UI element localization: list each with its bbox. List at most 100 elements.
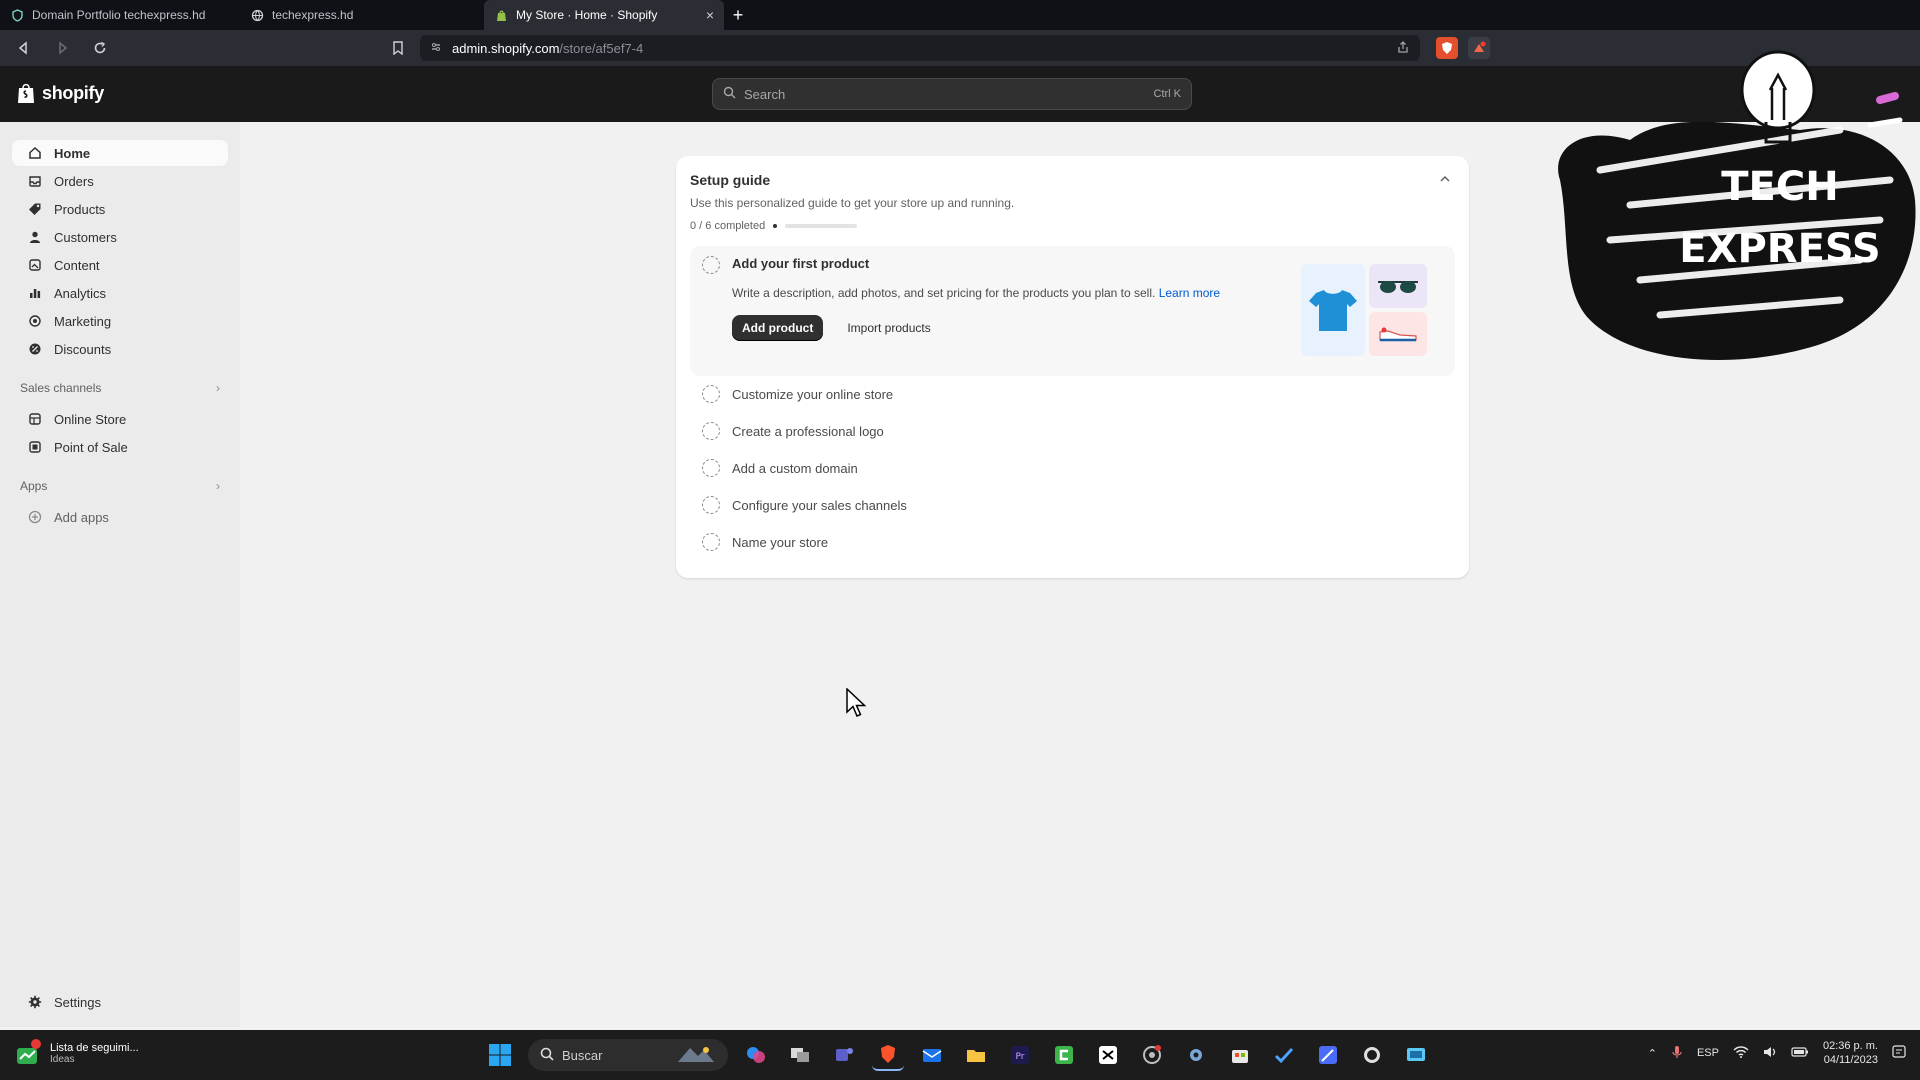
stock-icon bbox=[14, 1038, 42, 1069]
search-icon bbox=[540, 1047, 554, 1064]
wifi-icon[interactable] bbox=[1733, 1045, 1749, 1061]
task-label: Add a custom domain bbox=[732, 461, 858, 476]
browser-tab-shopify[interactable]: My Store · Home · Shopify × bbox=[484, 0, 724, 30]
learn-more-link[interactable]: Learn more bbox=[1159, 286, 1220, 300]
microphone-icon[interactable] bbox=[1671, 1045, 1683, 1062]
copilot-icon[interactable] bbox=[740, 1039, 772, 1071]
chevron-up-icon[interactable]: ⌃ bbox=[1648, 1047, 1657, 1060]
tab-label: techexpress.hd bbox=[272, 8, 354, 22]
mail-icon[interactable] bbox=[916, 1039, 948, 1071]
task-description-text: Write a description, add photos, and set… bbox=[732, 286, 1156, 300]
sidebar-item-products[interactable]: Products bbox=[12, 196, 228, 222]
reload-icon[interactable] bbox=[86, 34, 114, 62]
task-create-logo[interactable]: Create a professional logo bbox=[690, 413, 1455, 450]
discount-icon bbox=[28, 342, 42, 356]
sidebar-item-home[interactable]: Home bbox=[12, 140, 228, 166]
camtasia-icon[interactable] bbox=[1048, 1039, 1080, 1071]
bookmark-icon[interactable] bbox=[384, 34, 412, 62]
task-checkbox[interactable] bbox=[702, 496, 720, 514]
back-icon[interactable] bbox=[10, 34, 38, 62]
store-app-icon[interactable] bbox=[1224, 1039, 1256, 1071]
chrome-icon[interactable] bbox=[1136, 1039, 1168, 1071]
clock[interactable]: 02:36 p. m. 04/11/2023 bbox=[1823, 1039, 1878, 1067]
person-icon bbox=[28, 230, 42, 244]
share-icon[interactable] bbox=[1396, 40, 1410, 57]
setup-guide-card: Setup guide Use this personalized guide … bbox=[676, 156, 1469, 578]
sidebar-item-online-store[interactable]: Online Store bbox=[12, 406, 228, 432]
sidebar-item-settings[interactable]: Settings bbox=[12, 989, 228, 1015]
task-checkbox[interactable] bbox=[702, 533, 720, 551]
task-add-custom-domain[interactable]: Add a custom domain bbox=[690, 450, 1455, 487]
screen-app-icon[interactable] bbox=[1400, 1039, 1432, 1071]
site-info-icon[interactable] bbox=[430, 41, 442, 56]
sales-channels-section[interactable]: Sales channels › bbox=[12, 376, 228, 400]
sidebar-item-point-of-sale[interactable]: Point of Sale bbox=[12, 434, 228, 460]
plus-circle-icon bbox=[28, 510, 42, 524]
task-checkbox[interactable] bbox=[702, 422, 720, 440]
task-configure-sales-channels[interactable]: Configure your sales channels bbox=[690, 487, 1455, 524]
windows-start-icon[interactable] bbox=[484, 1039, 516, 1071]
premiere-icon[interactable]: Pr bbox=[1004, 1039, 1036, 1071]
task-checkbox[interactable] bbox=[702, 385, 720, 403]
search-input[interactable]: Search Ctrl K bbox=[712, 78, 1192, 110]
chart-icon bbox=[28, 286, 42, 300]
task-name-store[interactable]: Name your store bbox=[690, 524, 1455, 561]
close-icon[interactable]: × bbox=[706, 7, 714, 23]
sidebar-item-orders[interactable]: Orders bbox=[12, 168, 228, 194]
orders-icon bbox=[28, 174, 42, 188]
new-tab-button[interactable]: + bbox=[724, 0, 752, 30]
brave-browser-icon[interactable] bbox=[872, 1039, 904, 1071]
sidebar-item-label: Settings bbox=[54, 994, 101, 1010]
gear-icon bbox=[28, 995, 42, 1009]
todo-icon[interactable] bbox=[1268, 1039, 1300, 1071]
obs-icon[interactable] bbox=[1356, 1039, 1388, 1071]
capcut-icon[interactable] bbox=[1092, 1039, 1124, 1071]
apps-section[interactable]: Apps › bbox=[12, 474, 228, 498]
brave-rewards-icon[interactable] bbox=[1468, 37, 1490, 59]
taskbar-apps: Buscar Pr bbox=[484, 1039, 1432, 1071]
browser-tab-techexpress[interactable]: techexpress.hd bbox=[240, 0, 480, 30]
setup-guide-title: Setup guide bbox=[690, 172, 771, 188]
sidebar-item-content[interactable]: Content bbox=[12, 252, 228, 278]
clock-date: 04/11/2023 bbox=[1823, 1054, 1878, 1066]
sidebar-item-customers[interactable]: Customers bbox=[12, 224, 228, 250]
search-shortcut: Ctrl K bbox=[1153, 88, 1182, 100]
taskbar-search[interactable]: Buscar bbox=[528, 1039, 728, 1071]
task-checkbox[interactable] bbox=[702, 256, 720, 274]
task-view-icon[interactable] bbox=[784, 1039, 816, 1071]
task-customize-online-store[interactable]: Customize your online store bbox=[690, 376, 1455, 413]
forward-icon[interactable] bbox=[48, 34, 76, 62]
address-bar[interactable]: admin.shopify.com/store/af5ef7-4 bbox=[420, 35, 1420, 61]
import-products-button[interactable]: Import products bbox=[847, 321, 930, 335]
weather-widget[interactable]: Lista de seguimi... Ideas bbox=[14, 1038, 139, 1069]
task-add-first-product[interactable]: Add your first product Write a descripti… bbox=[690, 246, 1455, 376]
task-checkbox[interactable] bbox=[702, 459, 720, 477]
url-text: admin.shopify.com/store/af5ef7-4 bbox=[452, 41, 1386, 56]
tech-express-logo: TECH EXPRESS bbox=[1540, 30, 1920, 380]
teams-icon[interactable] bbox=[828, 1039, 860, 1071]
shopify-wordmark: shopify bbox=[42, 82, 104, 103]
widget-line2: Ideas bbox=[50, 1054, 75, 1065]
extensions-area bbox=[1436, 37, 1490, 59]
sidebar-item-add-apps[interactable]: Add apps bbox=[12, 504, 228, 530]
setup-progress: 0 / 6 completed bbox=[690, 220, 1455, 232]
notification-icon[interactable] bbox=[1892, 1044, 1906, 1062]
settings-gear-icon[interactable] bbox=[1180, 1039, 1212, 1071]
sidebar-item-label: Point of Sale bbox=[54, 439, 128, 455]
brave-shield-icon[interactable] bbox=[1436, 37, 1458, 59]
shopify-logo[interactable]: shopify bbox=[16, 82, 104, 104]
language-indicator[interactable]: ESP bbox=[1697, 1047, 1719, 1059]
mouse-cursor-icon bbox=[846, 687, 868, 723]
volume-icon[interactable] bbox=[1763, 1046, 1777, 1061]
add-product-button[interactable]: Add product bbox=[732, 315, 824, 341]
drawing-app-icon[interactable] bbox=[1312, 1039, 1344, 1071]
tshirt-icon bbox=[1301, 264, 1365, 356]
browser-tab-domain-portfolio[interactable]: Domain Portfolio techexpress.hd bbox=[0, 0, 240, 30]
sidebar-item-marketing[interactable]: Marketing bbox=[12, 308, 228, 334]
chevron-up-icon[interactable] bbox=[1439, 172, 1451, 186]
file-explorer-icon[interactable] bbox=[960, 1039, 992, 1071]
products-illustration bbox=[1301, 264, 1433, 356]
sidebar-item-discounts[interactable]: Discounts bbox=[12, 336, 228, 362]
sidebar-item-analytics[interactable]: Analytics bbox=[12, 280, 228, 306]
battery-icon[interactable] bbox=[1791, 1046, 1809, 1060]
